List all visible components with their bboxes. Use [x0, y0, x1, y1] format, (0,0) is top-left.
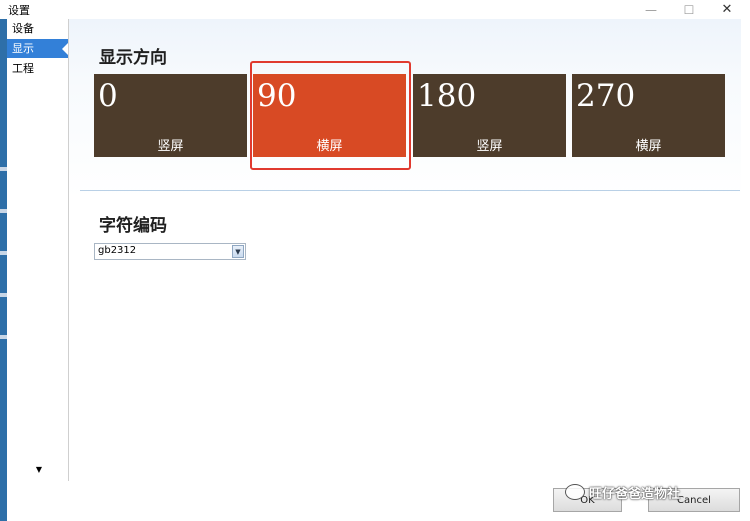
minimize-button[interactable]: — [634, 0, 668, 19]
orientation-option-0[interactable]: 0 竖屏 [94, 74, 247, 157]
maximize-icon: ☐ [683, 2, 695, 17]
orientation-value: 90 [257, 78, 297, 114]
display-orientation-title: 显示方向 [99, 48, 167, 68]
edge-band [0, 293, 7, 297]
orientation-label: 竖屏 [476, 139, 503, 154]
settings-sidebar: 设备 显示 工程 ▼ [7, 19, 69, 481]
sidebar-item-label: 设备 [12, 22, 34, 35]
sidebar-item-label: 工程 [12, 62, 34, 75]
close-button[interactable]: ✕ [710, 0, 744, 19]
cancel-button[interactable]: Cancel [648, 488, 740, 512]
orientation-option-270[interactable]: 270 横屏 [572, 74, 725, 157]
ok-button[interactable]: OK [553, 488, 622, 512]
triangle-down-icon: ▼ [35, 465, 43, 474]
edge-band [0, 209, 7, 213]
orientation-value: 0 [98, 78, 118, 114]
edge-band [0, 335, 7, 339]
edge-band [0, 251, 7, 255]
settings-content: 显示方向 0 竖屏 90 横屏 180 竖屏 270 横屏 字符编码 gb231… [68, 19, 741, 481]
maximize-button[interactable]: ☐ [672, 0, 706, 19]
character-encoding-title: 字符编码 [99, 216, 167, 236]
close-icon: ✕ [721, 2, 733, 17]
orientation-option-180[interactable]: 180 竖屏 [413, 74, 566, 157]
encoding-selected-value: gb2312 [98, 245, 137, 256]
title-bar: 设置 — ☐ ✕ [0, 0, 750, 19]
orientation-label: 竖屏 [157, 139, 184, 154]
orientation-option-90[interactable]: 90 横屏 [253, 74, 406, 157]
scroll-down-button[interactable]: ▼ [33, 465, 45, 475]
settings-window: 设置 — ☐ ✕ 设备 显示 工程 ▼ 显示方向 0 竖屏 90 横屏 180 … [0, 0, 750, 521]
orientation-label: 横屏 [635, 139, 662, 154]
encoding-select[interactable]: gb2312 ▼ [94, 243, 246, 260]
edge-band [0, 167, 7, 171]
sidebar-item-device[interactable]: 设备 [7, 19, 68, 38]
section-divider [80, 190, 740, 191]
sidebar-item-project[interactable]: 工程 [7, 59, 68, 78]
orientation-value: 180 [417, 78, 477, 114]
background-app-edge [0, 19, 7, 521]
window-title: 设置 [8, 4, 30, 17]
orientation-label: 横屏 [316, 139, 343, 154]
dialog-footer: OK Cancel [7, 481, 750, 521]
minimize-icon: — [645, 2, 657, 17]
orientation-value: 270 [576, 78, 636, 114]
chevron-down-icon[interactable]: ▼ [232, 245, 244, 258]
sidebar-item-display[interactable]: 显示 [7, 39, 68, 58]
sidebar-item-label: 显示 [12, 42, 34, 55]
